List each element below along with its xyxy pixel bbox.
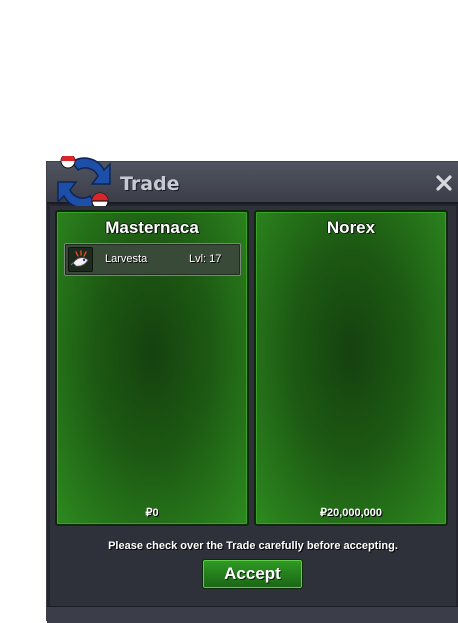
trade-arrows-icon xyxy=(54,153,114,210)
player-money: ₽20,000,000 xyxy=(256,506,446,519)
player-name: Masternaca xyxy=(105,218,199,237)
trade-notice: Please check over the Trade carefully be… xyxy=(108,540,398,552)
trade-item-larvesta[interactable]: Larvesta Lvl: 17 xyxy=(64,243,241,276)
window-bottom-bar xyxy=(47,606,458,623)
player-panel-norex: Norex ₽20,000,000 xyxy=(254,210,448,526)
player-money: ₽0 xyxy=(57,506,247,519)
trade-content: Masternaca Larvesta Lvl: 17 ₽0 Norex ₽20… xyxy=(50,206,456,606)
money-amount: 0 xyxy=(152,507,159,519)
title-bar[interactable]: Trade xyxy=(47,153,458,210)
corner-mark-icon xyxy=(2,1,10,7)
accept-button[interactable]: Accept xyxy=(202,559,303,589)
trade-window: Trade Masternaca Larvesta Lvl: 17 ₽0 Nor… xyxy=(46,153,458,623)
money-amount: 20,000,000 xyxy=(326,507,383,519)
item-name: Larvesta xyxy=(105,253,148,265)
window-title: Trade xyxy=(120,173,180,195)
pokedollar-icon: ₽ xyxy=(319,507,327,519)
player-name: Norex xyxy=(326,218,376,237)
player-panel-masternaca: Masternaca Larvesta Lvl: 17 ₽0 xyxy=(55,210,249,526)
close-icon[interactable] xyxy=(435,174,453,192)
item-level: Lvl: 17 xyxy=(189,253,222,265)
larvesta-icon xyxy=(68,247,93,272)
